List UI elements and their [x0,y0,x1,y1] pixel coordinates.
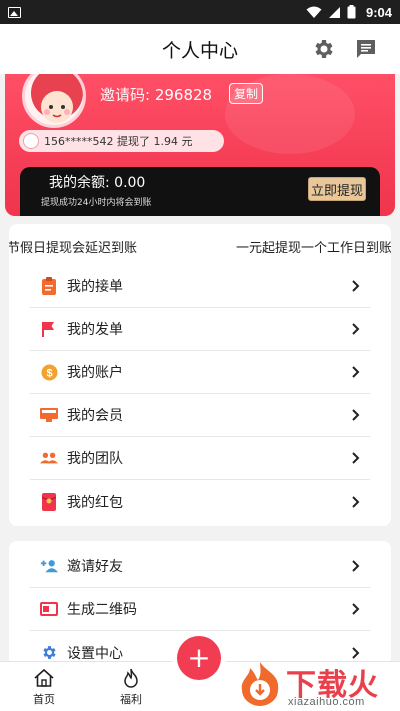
watermark-url: xiazaihuo.com [288,696,365,708]
avatar-illustration-icon [31,74,83,123]
chevron-right-icon [352,646,360,659]
image-notification-icon [8,6,21,18]
menu-item-orders-posted[interactable]: 我的发单 [30,308,370,351]
notice-bar: 节假日提现会延迟到账 一元起提现一个工作日到账 [9,234,391,256]
nav-welfare-label: 福利 [120,693,142,706]
chevron-right-icon [352,603,360,615]
withdraw-ticker: 156*****542 提现了 1.94 元 [19,130,224,152]
clipboard-icon [40,277,58,295]
menu-item-red-envelope[interactable]: 我的红包 [30,480,370,523]
svg-text:$: $ [46,367,52,379]
add-person-icon [40,557,58,575]
chevron-right-icon [352,323,360,335]
battery-icon [347,5,356,19]
menu-item-team[interactable]: 我的团队 [30,437,370,480]
nav-home-label: 首页 [33,693,55,706]
dollar-coin-icon: $ [40,363,58,381]
menu-item-label: 我的接单 [67,279,123,295]
ticker-text: 156*****542 提现了 1.94 元 [44,135,193,148]
menu-item-label: 邀请好友 [67,559,123,575]
profile-card: 邀请码: 296828 复制 156*****542 提现了 1.94 元 我的… [5,74,395,216]
withdraw-button[interactable]: 立即提现 [308,177,366,201]
menu-card-main: 节假日提现会延迟到账 一元起提现一个工作日到账 我的接单 我的发单 $ 我的账户… [9,224,391,526]
invite-label: 邀请码: [100,86,151,104]
card-icon [40,600,58,618]
watermark: 下载火 xiazaihuo.com [236,658,396,708]
add-fab-button[interactable]: + [177,636,221,680]
chevron-right-icon [352,560,360,572]
menu-item-label: 我的团队 [67,451,123,467]
chevron-right-icon [352,409,360,421]
invite-code-value: 296828 [154,86,213,104]
page-title: 个人中心 [161,39,238,62]
signal-icon [328,6,340,18]
message-icon[interactable] [354,37,378,61]
gear-icon [40,644,58,662]
flame-logo-icon [241,662,279,706]
flame-icon [124,668,138,688]
menu-item-invite-friends[interactable]: 邀请好友 [30,545,370,588]
balance-panel: 我的余额: 0.00 提现成功24小时内将会到账 立即提现 [20,167,380,216]
menu-item-label: 我的发单 [67,322,123,338]
avatar[interactable] [22,74,86,128]
chevron-right-icon [352,452,360,464]
menu-item-account[interactable]: $ 我的账户 [30,351,370,394]
balance-note: 提现成功24小时内将会到账 [41,198,152,208]
notice-left: 节假日提现会延迟到账 [9,241,138,256]
balance-amount: 我的余额: 0.00 [49,175,146,191]
wifi-icon [306,6,322,18]
menu-item-label: 我的账户 [67,365,123,381]
chevron-right-icon [352,366,360,378]
menu-item-label: 我的会员 [67,408,123,424]
chevron-right-icon [352,495,360,508]
app-header: 个人中心 [0,24,400,74]
home-icon [34,668,54,687]
red-envelope-icon [40,492,58,511]
nav-home[interactable]: 首页 [24,668,64,707]
settings-gear-icon[interactable] [312,37,336,61]
menu-item-membership[interactable]: 我的会员 [30,394,370,437]
menu-item-label: 我的红包 [67,494,123,511]
chevron-right-icon [352,280,360,292]
ticker-avatar [23,133,39,149]
menu-item-label: 生成二维码 [67,602,137,618]
menu-item-orders-taken[interactable]: 我的接单 [30,265,370,308]
group-icon [40,449,58,467]
flag-icon [40,320,58,338]
copy-button[interactable]: 复制 [229,83,263,104]
nav-welfare[interactable]: 福利 [111,668,151,707]
status-time: 9:04 [365,4,392,20]
monitor-icon [40,406,58,424]
invite-code: 邀请码: 296828 [100,84,212,105]
menu-item-qr-code[interactable]: 生成二维码 [30,588,370,631]
notice-right: 一元起提现一个工作日到账 [236,241,391,256]
status-bar: 9:04 [0,0,400,24]
